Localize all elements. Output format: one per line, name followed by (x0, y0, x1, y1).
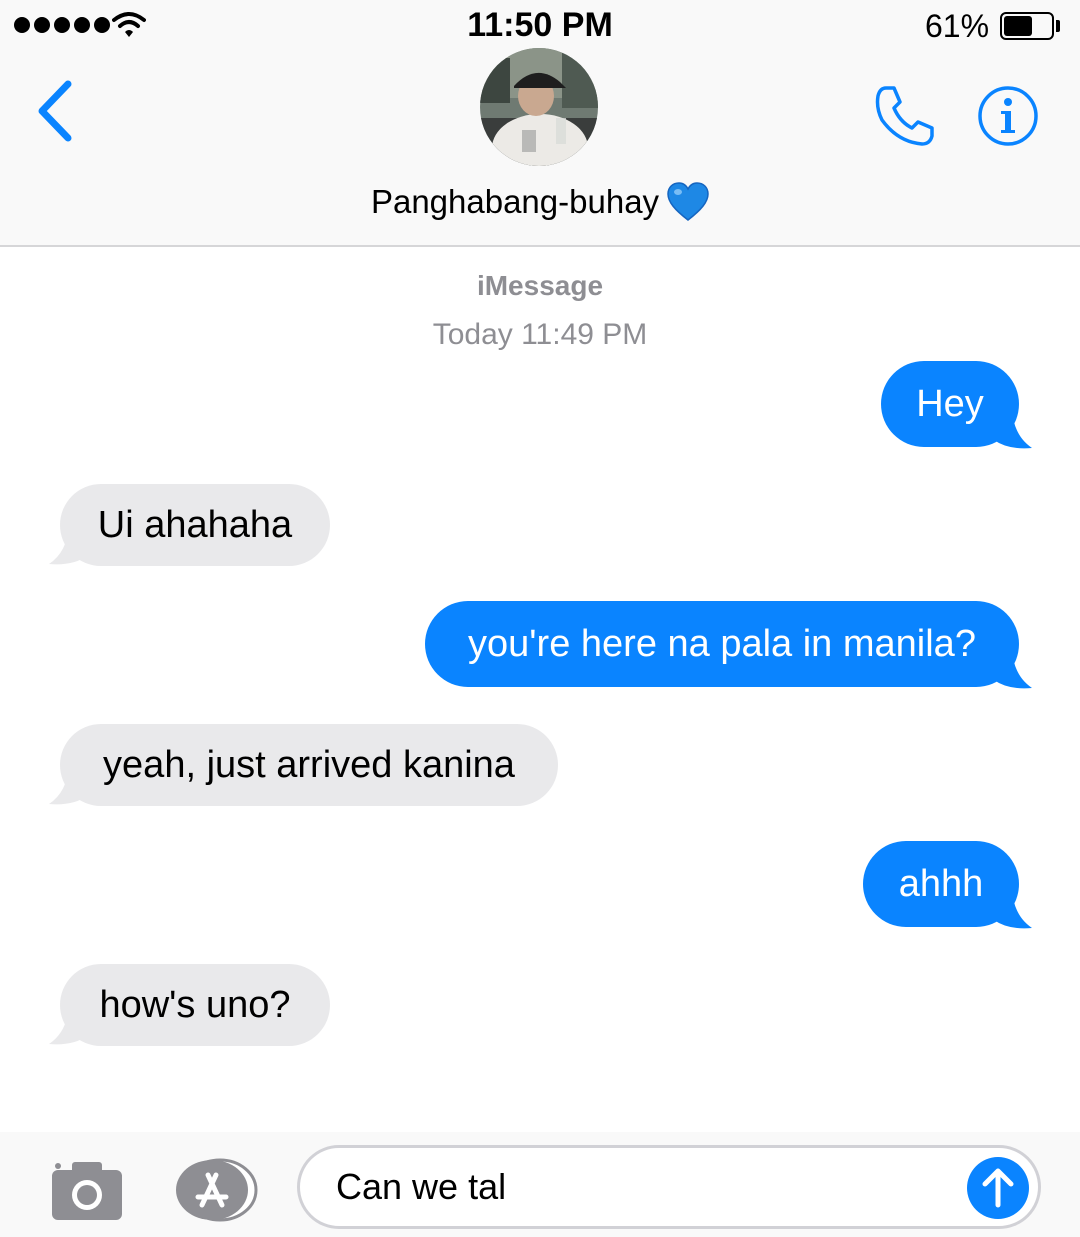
bubble-tail (49, 526, 89, 565)
battery-icon (1000, 12, 1054, 40)
message-text: ahhh (898, 863, 984, 905)
bubble-tail (992, 410, 1032, 449)
conversation-timestamp: Today 11:49 PM (432, 318, 648, 351)
bubble-tail (49, 1006, 89, 1045)
message-text: how's uno? (99, 984, 291, 1026)
bubble-tail (49, 766, 89, 805)
message-bubble[interactable]: Ui ahahaha (60, 484, 330, 566)
message-bubble[interactable]: yeah, just arrived kanina (60, 724, 558, 806)
message-input[interactable]: Can we tal (297, 1145, 1041, 1229)
message-bubble[interactable]: how's uno? (60, 964, 330, 1046)
call-button[interactable] (872, 84, 936, 148)
message-text: you're here na pala in manila? (468, 623, 976, 665)
contact-name-text: Panghabang-buhay (370, 183, 660, 220)
app-store-icon (176, 1158, 258, 1222)
status-time: 11:50 PM (467, 6, 613, 44)
avatar-photo (480, 48, 598, 166)
battery-nub (1056, 20, 1060, 32)
phone-icon (875, 86, 934, 146)
info-button[interactable] (977, 85, 1039, 147)
arrow-up-icon (967, 1157, 1029, 1219)
bubble-tail (992, 650, 1032, 689)
contact-name[interactable]: Panghabang-buhay (0, 182, 1080, 222)
apps-button[interactable] (172, 1157, 260, 1223)
info-icon (978, 86, 1038, 146)
messages-screen: 11:50 PM 61% Panghabang-buhay iMessage T… (0, 0, 1080, 1237)
bubble-tail (992, 890, 1032, 929)
blue-heart-icon (667, 182, 709, 221)
camera-icon (52, 1162, 122, 1220)
message-bubble[interactable]: you're here na pala in manila? (425, 601, 1019, 687)
battery-percent: 61% (925, 8, 990, 44)
conversation-header: 11:50 PM 61% Panghabang-buhay (0, 0, 1080, 247)
service-label: iMessage (476, 270, 604, 301)
message-input-text: Can we tal (336, 1166, 507, 1207)
send-button[interactable] (967, 1157, 1029, 1219)
contact-avatar[interactable] (480, 48, 598, 166)
camera-button[interactable] (50, 1158, 124, 1222)
status-bar: 11:50 PM 61% (0, 0, 1080, 52)
back-button[interactable] (30, 78, 80, 144)
message-text: Ui ahahaha (97, 504, 293, 546)
battery-fill (1004, 16, 1033, 36)
message-text: Hey (916, 383, 984, 425)
message-text: yeah, just arrived kanina (103, 744, 515, 786)
chevron-left-icon (38, 80, 72, 142)
